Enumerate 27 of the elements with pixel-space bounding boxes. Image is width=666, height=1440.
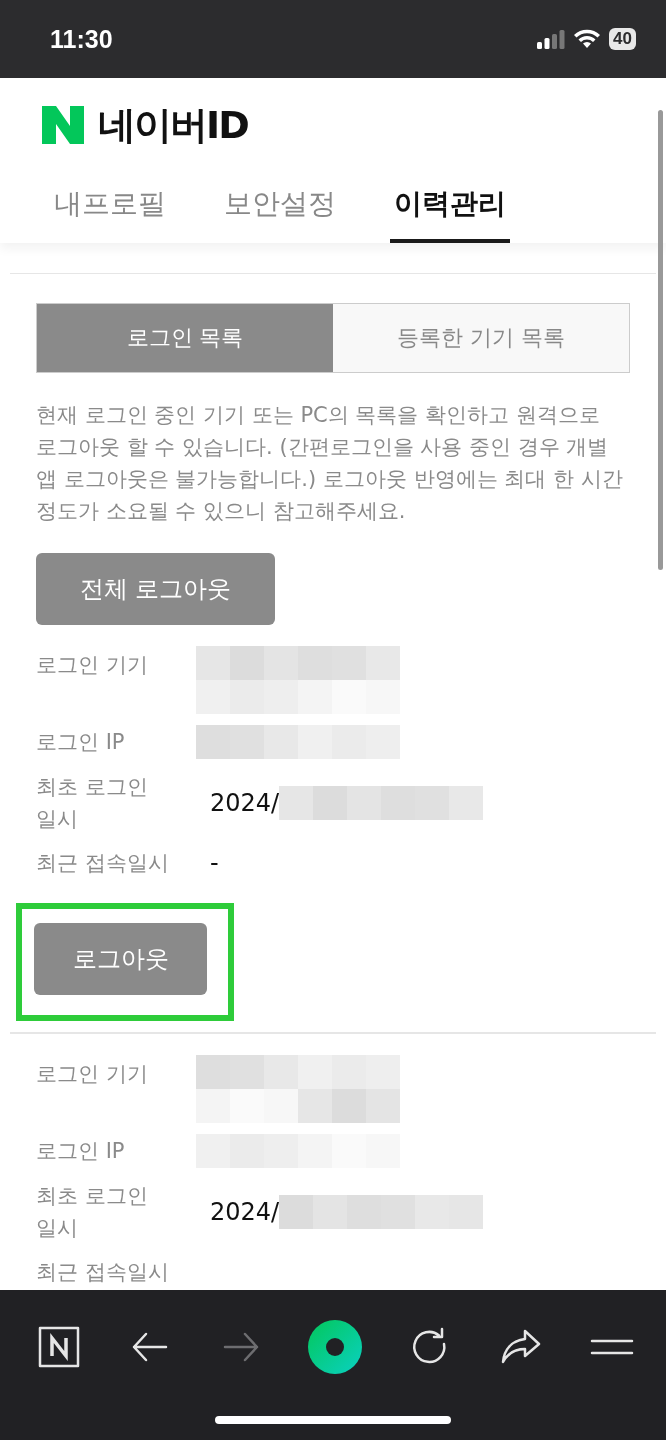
ring-icon[interactable] <box>308 1320 363 1374</box>
logout-button[interactable]: 로그아웃 <box>34 923 207 995</box>
field-label: 최근 접속일시 <box>36 1259 170 1286</box>
nav-tab[interactable]: 내프로필 <box>50 184 170 243</box>
wifi-icon <box>573 29 602 49</box>
nav-tab[interactable]: 보안설정 <box>220 184 340 243</box>
scrollbar[interactable] <box>658 110 663 570</box>
signal-icon <box>537 29 566 49</box>
field-value: 2024/ <box>210 788 280 819</box>
logo-icon <box>42 106 84 144</box>
field-label: 최초 로그인 일시 <box>36 774 149 833</box>
field-label: 최초 로그인 일시 <box>36 1183 149 1242</box>
description-text: 현재 로그인 중인 기기 또는 PC의 목록을 확인하고 원격으로 로그아웃 할 수 있습니다. (간편로그인을 사용 중인 경우 개별 앱 로그아웃은 불가능합니다.) 로그아웃 반영에는 최대 한 시간 정도가 소요될 수 있으니 참고해주세요. <box>36 402 624 525</box>
field-value: 2024/ <box>210 1197 280 1228</box>
field-value: - <box>210 848 219 879</box>
segment-tab[interactable]: 로그인 목록 <box>37 304 333 372</box>
field-label: 로그인 기기 <box>36 652 149 679</box>
field-label: 최근 접속일시 <box>36 850 170 877</box>
status-time: 11:30 <box>50 24 113 54</box>
logout-all-button[interactable]: 전체 로그아웃 <box>36 553 275 625</box>
segment-tab[interactable]: 등록한 기기 목록 <box>333 304 629 372</box>
nav-tab[interactable]: 이력관리 <box>390 184 510 243</box>
field-label: 로그인 IP <box>36 1138 126 1165</box>
battery-level: 40 <box>609 28 636 50</box>
logo-text: 네이버ID <box>98 101 248 149</box>
field-label: 로그인 IP <box>36 729 126 756</box>
field-label: 로그인 기기 <box>36 1061 149 1088</box>
